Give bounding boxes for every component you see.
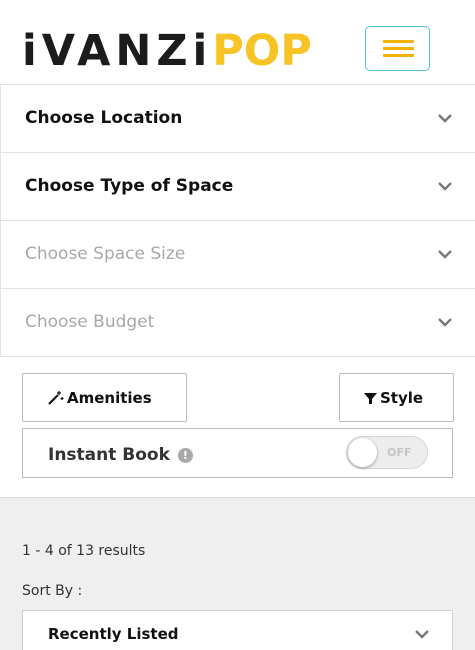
hamburger-icon [383, 40, 414, 43]
instant-book-row: Instant Book ! OFF [22, 428, 453, 478]
chevron-down-icon [438, 182, 452, 191]
filter-location[interactable]: Choose Location [0, 85, 475, 153]
sort-select[interactable]: Recently Listed [22, 610, 453, 650]
amenities-button[interactable]: Amenities [22, 373, 187, 422]
style-button[interactable]: Style [339, 373, 454, 422]
chevron-down-icon [438, 318, 452, 327]
logo-gold-text: POP [212, 26, 312, 76]
toggle-knob [348, 438, 377, 467]
filter-space-size-label: Choose Space Size [25, 244, 186, 264]
chevron-down-icon [438, 114, 452, 123]
filter-location-label: Choose Location [25, 108, 183, 128]
logo-dark-text: iVANZi [22, 26, 213, 76]
instant-book-toggle[interactable]: OFF [346, 436, 428, 469]
hamburger-icon [383, 47, 414, 50]
style-label: Style [380, 389, 424, 407]
instant-book-label-wrap: Instant Book ! [48, 444, 193, 466]
filter-space-size[interactable]: Choose Space Size [0, 221, 475, 289]
filter-budget-label: Choose Budget [25, 312, 155, 332]
chevron-down-icon [438, 250, 452, 259]
filter-space-type[interactable]: Choose Type of Space [0, 153, 475, 221]
logo[interactable]: iVANZiPOP [22, 28, 312, 74]
hamburger-icon [383, 54, 414, 57]
chevron-down-icon [415, 630, 429, 639]
toggle-state: OFF [387, 446, 412, 459]
instant-book-label: Instant Book [48, 445, 170, 465]
sort-by-label: Sort By : [22, 583, 83, 599]
results-area: 1 - 4 of 13 results Sort By : Recently L… [0, 497, 475, 650]
magic-wand-icon [48, 391, 64, 405]
info-icon[interactable]: ! [177, 448, 193, 463]
filter-space-type-label: Choose Type of Space [25, 176, 234, 196]
filter-icon [364, 393, 377, 404]
filter-budget[interactable]: Choose Budget [0, 289, 475, 357]
results-count: 1 - 4 of 13 results [22, 543, 146, 559]
menu-button[interactable] [365, 26, 430, 71]
amenities-label: Amenities [67, 389, 152, 407]
sort-select-value: Recently Listed [48, 625, 179, 643]
header: iVANZiPOP [0, 0, 475, 85]
